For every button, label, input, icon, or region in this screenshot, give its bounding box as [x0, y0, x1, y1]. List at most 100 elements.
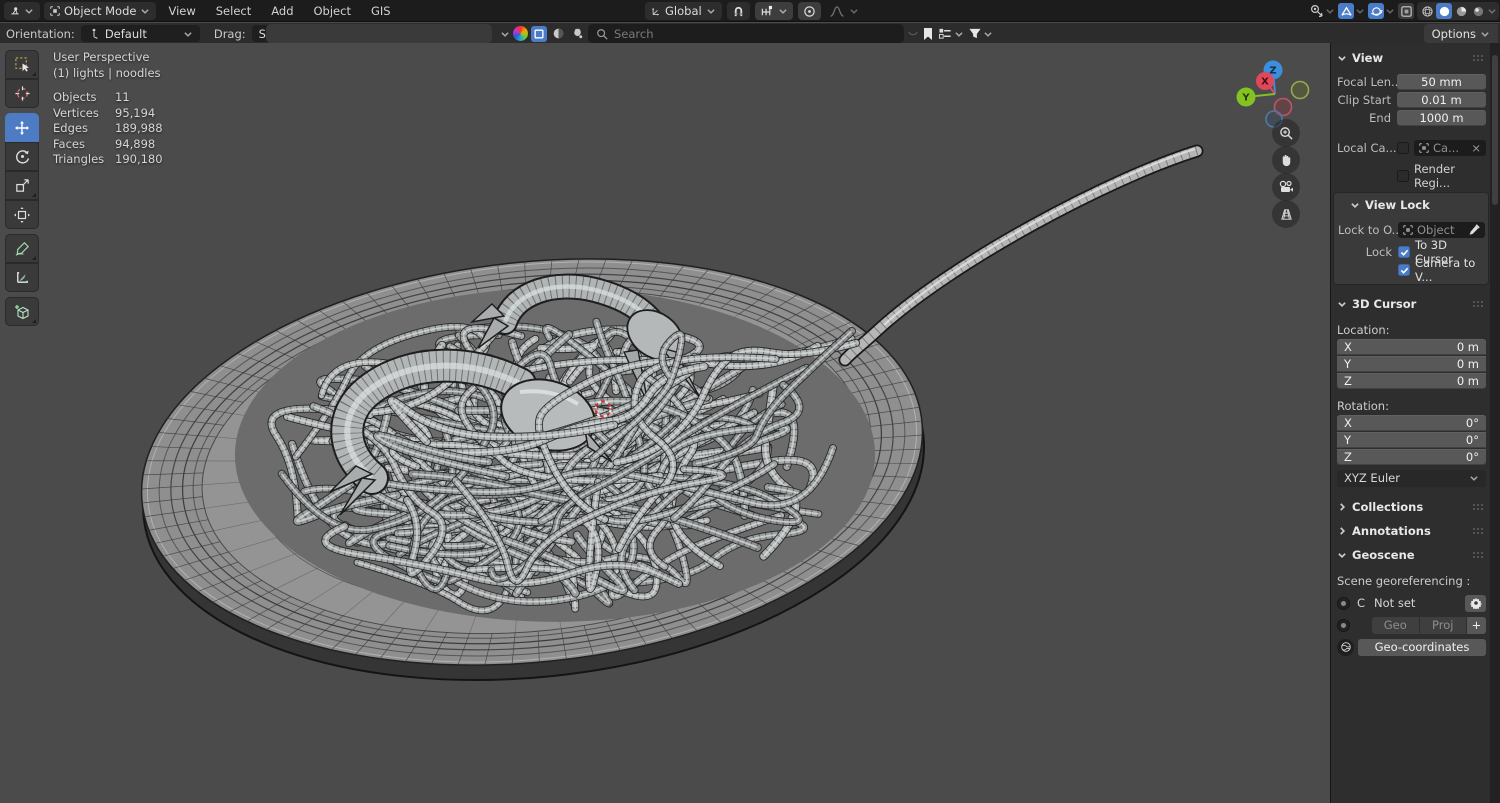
cursor-rot-y-field[interactable]: Y 0°: [1337, 432, 1486, 448]
arc-icon[interactable]: [908, 29, 918, 39]
ortho-toggle-button[interactable]: [1272, 200, 1300, 228]
section-view-lock-header[interactable]: View Lock: [1338, 196, 1485, 214]
xray-toggle[interactable]: [1398, 3, 1414, 19]
shading-rendered-button[interactable]: [1470, 3, 1486, 19]
filter-box-toggle[interactable]: [531, 25, 547, 42]
shading-solid-button[interactable]: [1436, 3, 1452, 19]
local-camera-checkbox[interactable]: [1397, 142, 1409, 154]
snap-toggle-button[interactable]: [726, 2, 750, 20]
camera-to-view-label: Camera to V...: [1415, 256, 1476, 284]
geo-button[interactable]: Geo: [1372, 616, 1419, 634]
panel-grip-icon[interactable]: [1472, 503, 1486, 511]
tool-select-box[interactable]: [5, 50, 39, 79]
cursor-rot-x-field[interactable]: X 0°: [1337, 415, 1486, 431]
local-camera-object-field[interactable]: Ca... ×: [1414, 140, 1486, 156]
geo-coordinates-button[interactable]: Geo-coordinates: [1358, 638, 1486, 656]
add-crs-button[interactable]: +: [1467, 616, 1486, 634]
section-annotations-header[interactable]: Annotations: [1337, 522, 1486, 540]
tool-add-cube[interactable]: [5, 297, 39, 326]
material-preview-sphere-icon[interactable]: [513, 26, 528, 41]
pan-button[interactable]: [1272, 146, 1300, 174]
tool-scale[interactable]: [5, 171, 39, 200]
proportional-editing-button[interactable]: [797, 2, 821, 20]
panel-grip-icon[interactable]: [1472, 527, 1486, 535]
viewport-gizmos-toggle[interactable]: [1368, 3, 1384, 19]
section-view-header[interactable]: View: [1337, 49, 1486, 67]
cursor-loc-z-field[interactable]: Z0 m: [1337, 373, 1486, 389]
camera-view-button[interactable]: [1272, 173, 1300, 201]
cursor-loc-x-field[interactable]: X0 m: [1337, 339, 1486, 355]
to-3d-cursor-checkbox[interactable]: [1398, 246, 1410, 258]
clip-end-label: End: [1369, 111, 1391, 125]
transform-orientation-dropdown[interactable]: Global: [645, 2, 722, 20]
proj-button[interactable]: Proj: [1419, 616, 1466, 634]
object-mode-icon: [50, 6, 60, 16]
clip-end-field[interactable]: 1000 m: [1397, 110, 1486, 126]
tool-measure[interactable]: [5, 263, 39, 292]
focal-length-field[interactable]: 50 mm: [1397, 74, 1486, 90]
proportional-falloff-dropdown[interactable]: [826, 2, 862, 20]
crs-settings-button[interactable]: [1465, 594, 1486, 612]
tool-move[interactable]: [5, 113, 39, 142]
orientation-setting-dropdown[interactable]: Default: [80, 25, 200, 42]
section-view-lock: View Lock Lock to O... Object Lock To 3D…: [1333, 192, 1489, 285]
mode-dropdown[interactable]: Object Mode: [44, 2, 157, 20]
shading-wireframe-button[interactable]: [1419, 3, 1435, 19]
magnet-icon: [734, 6, 742, 16]
crs-radio[interactable]: [1337, 596, 1350, 610]
panel-grip-icon[interactable]: [1472, 551, 1486, 559]
lock-to-object-field[interactable]: Object: [1398, 222, 1485, 238]
section-collections-header[interactable]: Collections: [1337, 498, 1486, 516]
snap-target-dropdown[interactable]: [754, 2, 793, 20]
editor-type-button[interactable]: [4, 2, 40, 20]
menu-select[interactable]: Select: [208, 0, 259, 22]
gizmo-y-neg-axis[interactable]: [1290, 80, 1310, 100]
tool-cursor[interactable]: [5, 79, 39, 108]
display-mode-icon[interactable]: [938, 27, 953, 40]
geo-radio[interactable]: [1337, 618, 1350, 632]
orientation-gizmo[interactable]: Z X Y: [1226, 51, 1316, 141]
section-geoscene-header[interactable]: Geoscene: [1337, 546, 1486, 564]
crs-letter: C: [1357, 596, 1366, 610]
chevron-down-icon: [25, 9, 33, 14]
tool-annotate[interactable]: [5, 234, 39, 263]
eyedropper-icon[interactable]: [1468, 224, 1480, 236]
lock-to-object-row: Lock to O... Object: [1338, 222, 1485, 238]
show-gizmo-dropdown[interactable]: [1309, 0, 1335, 22]
euler-order-dropdown[interactable]: XYZ Euler: [1337, 469, 1486, 487]
menu-object[interactable]: Object: [306, 0, 359, 22]
cursor-loc-y-field[interactable]: Y0 m: [1337, 356, 1486, 372]
filter-shading-toggle[interactable]: [550, 26, 566, 42]
collapse-chevron-icon[interactable]: [500, 29, 510, 39]
search-box[interactable]: [588, 24, 904, 43]
shading-material-button[interactable]: [1453, 3, 1469, 19]
cursor-rot-z-field[interactable]: Z 0°: [1337, 449, 1486, 465]
camera-to-view-checkbox[interactable]: [1398, 264, 1410, 276]
filter-paint-toggle[interactable]: [569, 26, 585, 42]
stat-edges: Edges 189,988: [53, 121, 163, 135]
filter-funnel-icon[interactable]: [968, 27, 982, 40]
object-data-icon: [1403, 225, 1413, 235]
clear-icon[interactable]: ×: [1471, 141, 1481, 155]
zoom-button[interactable]: [1272, 119, 1300, 147]
section-3d-cursor-header[interactable]: 3D Cursor: [1337, 295, 1486, 313]
menu-view[interactable]: View: [160, 0, 203, 22]
panel-grip-icon[interactable]: [1472, 54, 1486, 62]
search-input[interactable]: [614, 26, 864, 41]
drag-setting-label: Drag:: [213, 26, 246, 41]
show-overlays-toggle[interactable]: [1338, 3, 1354, 19]
panel-grip-icon[interactable]: [1472, 300, 1486, 308]
options-button[interactable]: Options: [1423, 24, 1498, 43]
3d-viewport[interactable]: User Perspective (1) lights | noodles Ob…: [0, 43, 1330, 803]
menu-add[interactable]: Add: [263, 0, 301, 22]
tool-rotate[interactable]: [5, 142, 39, 171]
clip-start-field[interactable]: 0.01 m: [1397, 92, 1486, 108]
menu-gis[interactable]: GIS: [363, 0, 399, 22]
lock-label: Lock: [1365, 245, 1392, 259]
chevron-down-icon: [1481, 31, 1489, 37]
bookmark-icon[interactable]: [922, 27, 934, 41]
render-region-checkbox[interactable]: [1397, 170, 1409, 182]
crs-row: C Not set: [1337, 594, 1486, 612]
sidebar-scrollbar[interactable]: [1490, 43, 1500, 803]
tool-transform[interactable]: [5, 200, 39, 229]
